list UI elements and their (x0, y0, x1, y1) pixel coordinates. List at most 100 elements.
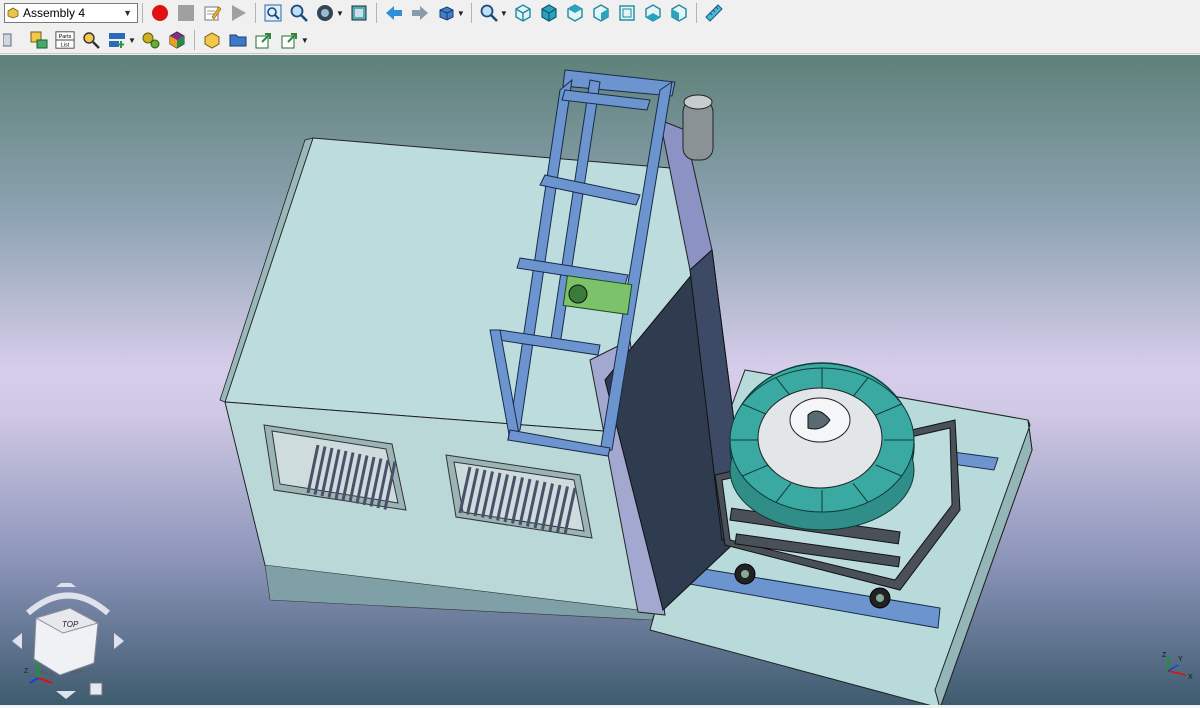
std-views-button[interactable] (435, 2, 457, 24)
bottom-cube-icon (645, 4, 661, 22)
insert-part-icon (30, 31, 48, 49)
assembly-select[interactable]: Assembly 4 ▼ (4, 3, 138, 23)
parts-list-label-1: Parts (59, 34, 72, 40)
arrow-left-icon (385, 6, 402, 20)
zoom-part-icon (83, 32, 100, 49)
assembly-model (219, 69, 1033, 708)
assembly-select-value: Assembly 4 (23, 6, 86, 20)
add-component-button[interactable] (106, 29, 128, 51)
view-left-button[interactable] (668, 2, 690, 24)
link-button[interactable] (2, 29, 24, 51)
assembly-icon (7, 7, 19, 19)
separator (375, 3, 377, 23)
zoom-options-button[interactable] (478, 2, 500, 24)
motor-pulley (568, 284, 588, 304)
cube-view-icon (439, 6, 454, 21)
forward-button[interactable] (409, 2, 431, 24)
3d-viewport[interactable]: TOP BACK NTRIC Z Z Y X (0, 55, 1200, 708)
arrow-left-icon[interactable] (12, 633, 22, 649)
export-icon (255, 33, 271, 49)
counterweight-top (683, 94, 713, 110)
rear-cube-icon (619, 5, 635, 21)
draw-style-button[interactable] (314, 2, 336, 24)
export-button[interactable] (253, 29, 275, 51)
link-icon (3, 33, 12, 47)
open-folder-button[interactable] (227, 29, 249, 51)
separator (470, 3, 472, 23)
wheel-hub-left (741, 570, 749, 578)
arrow-right-icon[interactable] (114, 633, 124, 649)
stop-icon (178, 5, 194, 21)
draw-style-icon (317, 5, 333, 21)
zoom-button[interactable] (288, 2, 310, 24)
insert-part-button[interactable] (28, 29, 50, 51)
cube-face-label: TOP (62, 620, 79, 629)
assembly-toolbar: Parts List ▼ ▼ (0, 27, 1200, 54)
gears-icon (142, 32, 160, 49)
view-right-button[interactable] (590, 2, 612, 24)
new-part-icon (204, 32, 220, 49)
notepad-pencil-icon (204, 6, 222, 21)
new-part-button[interactable] (201, 29, 223, 51)
arrow-right-icon (411, 6, 428, 20)
view-iso-button[interactable] (512, 2, 534, 24)
back-button[interactable] (383, 2, 405, 24)
chevron-down-icon[interactable]: ▼ (500, 9, 508, 18)
chevron-down-icon[interactable]: ▼ (336, 9, 344, 18)
wheel-hub-right (876, 594, 884, 602)
ruler-icon (705, 4, 723, 22)
home-view-icon[interactable] (89, 682, 103, 696)
arrow-up-icon[interactable] (56, 583, 76, 587)
triad-x-label: X (1188, 674, 1193, 681)
zoom-selected-button[interactable] (80, 29, 102, 51)
right-cube-icon (593, 4, 609, 22)
view-rear-button[interactable] (616, 2, 638, 24)
y-axis-line (29, 677, 39, 684)
edit-macro-button[interactable] (201, 2, 223, 24)
colorize-button[interactable] (166, 29, 188, 51)
share-button[interactable] (279, 29, 301, 51)
axis-triad: Z Y X (1162, 652, 1193, 681)
separator (142, 3, 143, 23)
triad-x-line (1167, 670, 1187, 676)
separator (193, 30, 195, 50)
parts-list-label-2: List (61, 42, 70, 48)
chevron-down-icon[interactable]: ▼ (457, 9, 465, 18)
share-icon (281, 33, 297, 49)
magnifier-icon (480, 4, 498, 22)
folder-icon (229, 34, 247, 47)
view-box-button[interactable] (348, 2, 370, 24)
add-component-icon (109, 33, 125, 48)
navigation-cube[interactable]: TOP BACK NTRIC Z (8, 583, 128, 703)
top-cube-icon (567, 4, 583, 22)
parts-list-icon: Parts List (55, 31, 75, 49)
record-button[interactable] (149, 2, 171, 24)
zoom-fit-button[interactable] (262, 2, 284, 24)
main-toolbar: Assembly 4 ▼ ▼ ▼ ▼ (0, 0, 1200, 26)
arrow-down-icon[interactable] (56, 691, 76, 699)
iso-cube-icon (515, 4, 531, 22)
view-top-button[interactable] (564, 2, 586, 24)
color-cube-icon (169, 31, 185, 49)
triad-z-label: Z (1162, 652, 1167, 659)
front-cube-icon (541, 4, 557, 22)
measure-button[interactable] (703, 2, 725, 24)
triad-y-line (1167, 664, 1179, 672)
magnifier-icon (290, 4, 308, 22)
record-icon (152, 5, 168, 21)
chevron-down-icon[interactable]: ▼ (128, 36, 136, 45)
x-axis-line (37, 677, 53, 684)
triad-y-label: Y (1178, 656, 1183, 663)
view-bottom-button[interactable] (642, 2, 664, 24)
separator (695, 3, 697, 23)
chevron-down-icon[interactable]: ▼ (301, 36, 309, 45)
play-icon (232, 5, 246, 21)
separator (255, 3, 256, 23)
play-button[interactable] (227, 2, 249, 24)
explode-button[interactable] (140, 29, 162, 51)
view-box-icon (351, 5, 367, 21)
parts-list-button[interactable]: Parts List (54, 29, 76, 51)
cube-axis-z: Z (24, 668, 29, 675)
view-front-button[interactable] (538, 2, 560, 24)
stop-button[interactable] (175, 2, 197, 24)
